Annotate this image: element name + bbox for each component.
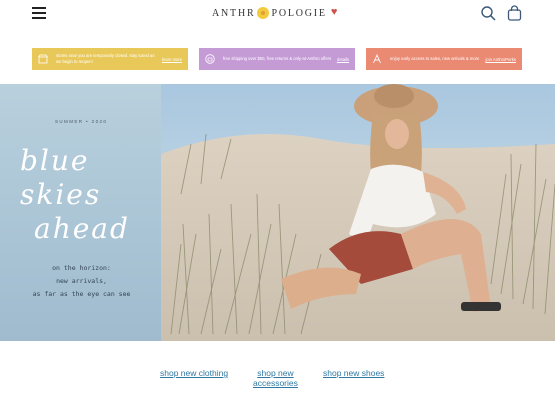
anthro-a-icon — [373, 54, 381, 64]
hero-text-panel: SUMMER • 2020 blue skies ahead on the ho… — [0, 84, 161, 341]
hero-title-line2: ahead — [34, 212, 130, 245]
logo-text-left: ANTHR — [212, 7, 256, 19]
store-icon — [38, 54, 48, 64]
hero-tagline: on the horizon: new arrivals, as far as … — [14, 262, 149, 301]
tagline-line: as far as the eye can see — [32, 290, 131, 298]
search-icon[interactable] — [481, 6, 496, 21]
gift-icon — [205, 54, 215, 64]
anthropologie-logo[interactable]: ANTHR POLOGIE — [212, 6, 340, 20]
link-line: shop new — [257, 368, 294, 378]
shop-new-shoes-link[interactable]: shop new shoes — [323, 368, 384, 378]
promo-text: enjoy early access to sales, new arrival… — [390, 56, 480, 61]
shop-new-accessories-link[interactable]: shop new accessories — [253, 368, 298, 388]
promo-text: stores near you are temporarily closed. … — [56, 53, 155, 64]
learn-more-link[interactable]: learn more — [162, 57, 182, 62]
logo-sun-icon — [257, 7, 270, 19]
hero-banner[interactable]: SUMMER • 2020 blue skies ahead on the ho… — [0, 84, 555, 341]
link-line: accessories — [253, 378, 298, 388]
site-header: ANTHR POLOGIE — [0, 0, 555, 28]
promo-text: free shipping over $50, free returns & o… — [223, 56, 332, 61]
season-label: SUMMER • 2020 — [55, 119, 108, 124]
join-anthroperks-link[interactable]: join AnthroPerks — [486, 57, 517, 62]
logo-text-right: POLOGIE — [271, 7, 327, 19]
hero-photo-woman-on-dunes — [161, 84, 555, 341]
promo-banner-stores[interactable]: stores near you are temporarily closed. … — [32, 48, 188, 70]
details-link[interactable]: details — [337, 57, 349, 62]
tagline-line: on the horizon: — [52, 264, 111, 272]
tagline-line: new arrivals, — [56, 277, 107, 285]
shop-new-clothing-link[interactable]: shop new clothing — [160, 368, 228, 378]
promo-banner-anthroperks[interactable]: enjoy early access to sales, new arrival… — [366, 48, 522, 70]
hero-title-line1: blue skies — [20, 144, 102, 211]
promo-banner-shipping[interactable]: free shipping over $50, free returns & o… — [199, 48, 355, 70]
hero-title: blue skies ahead — [20, 144, 170, 246]
hamburger-icon[interactable] — [32, 7, 46, 19]
shopping-bag-icon[interactable] — [507, 5, 522, 21]
logo-heart-icon — [331, 6, 340, 18]
